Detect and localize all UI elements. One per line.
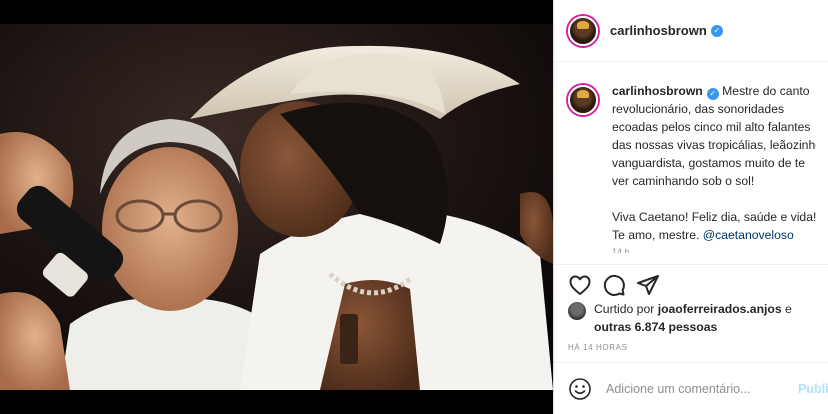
mention-link[interactable]: @caetanoveloso bbox=[703, 228, 794, 242]
post-header: carlinhosbrown ✓ bbox=[554, 0, 828, 62]
add-comment-input[interactable]: Adicione um comentário... bbox=[606, 382, 798, 396]
share-icon[interactable] bbox=[636, 273, 660, 297]
likes-summary: Curtido por joaoferreirados.anjos e outr… bbox=[568, 300, 820, 336]
author-avatar[interactable] bbox=[568, 15, 598, 46]
author-username[interactable]: carlinhosbrown bbox=[610, 23, 707, 38]
likes-prefix: Curtido por bbox=[594, 302, 655, 316]
photo-image bbox=[0, 24, 553, 390]
caption-line: vanguardista, gostamos muito de te bbox=[612, 156, 806, 170]
caption-line: Viva Caetano! Feliz dia, saúde e vida! bbox=[612, 210, 816, 224]
caption-username[interactable]: carlinhosbrown bbox=[612, 84, 703, 98]
liker-avatar[interactable] bbox=[568, 302, 586, 320]
caption-text: carlinhosbrown ✓ Mestre do canto revoluci… bbox=[612, 82, 816, 253]
caption-line: Te amo, mestre. bbox=[612, 228, 700, 242]
post-media bbox=[0, 0, 553, 414]
action-bar bbox=[554, 264, 828, 302]
verified-badge-icon: ✓ bbox=[710, 24, 723, 37]
add-comment-bar: Adicione um comentário... Publicar bbox=[554, 362, 828, 414]
likes-conj: e bbox=[785, 302, 792, 316]
post-timestamp[interactable]: HÁ 14 HORAS bbox=[568, 343, 628, 352]
caption-time: 14 h bbox=[612, 247, 630, 253]
caption-line: revolucionário, das sonoridades bbox=[612, 102, 785, 116]
verified-badge-icon: ✓ bbox=[706, 88, 719, 100]
caption-line: das nossas vivas tropicálias, leãozinho bbox=[612, 138, 816, 152]
caption-line: ecoadas pelos cinco mil alto falantes bbox=[612, 120, 811, 134]
likes-count[interactable]: outras 6.874 pessoas bbox=[594, 320, 717, 334]
caption-line: Mestre do canto bbox=[722, 84, 810, 98]
comments-section: carlinhosbrown ✓ Mestre do canto revoluci… bbox=[554, 63, 828, 264]
publish-button[interactable]: Publicar bbox=[798, 382, 828, 396]
caption-avatar[interactable] bbox=[568, 85, 598, 115]
caption-line: ver caminhando sob o sol! bbox=[612, 174, 755, 188]
likes-text: Curtido por joaoferreirados.anjos e outr… bbox=[594, 300, 792, 336]
post-photo[interactable] bbox=[0, 24, 553, 390]
comment-icon[interactable] bbox=[602, 273, 626, 297]
post-side-panel: carlinhosbrown ✓ carlinhosbrown ✓ Mestre … bbox=[553, 0, 828, 414]
caption-comment: carlinhosbrown ✓ Mestre do canto revoluci… bbox=[568, 82, 816, 253]
liker-username[interactable]: joaoferreirados.anjos bbox=[658, 302, 782, 316]
emoji-icon[interactable] bbox=[568, 377, 592, 401]
heart-icon[interactable] bbox=[568, 273, 592, 297]
